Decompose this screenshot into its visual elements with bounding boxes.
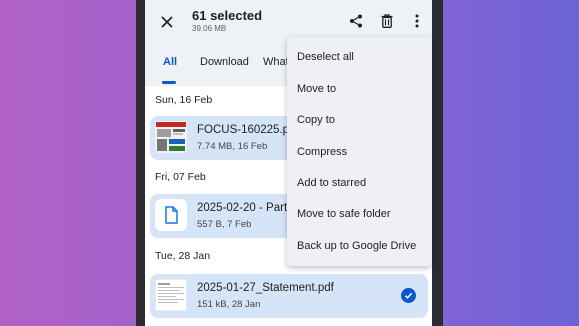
file-thumbnail — [155, 279, 187, 311]
selection-count: 61 selected — [192, 8, 263, 23]
close-icon — [161, 16, 173, 28]
more-vert-icon — [415, 14, 419, 28]
selection-size: 39.06 MB — [192, 24, 227, 33]
file-name: FOCUS-160225.pdf — [197, 124, 299, 136]
date-header: Tue, 28 Jan — [155, 250, 211, 262]
tab-all[interactable]: All — [163, 56, 177, 68]
tab-download[interactable]: Download — [200, 56, 249, 68]
file-meta: 7.74 MB, 16 Feb — [197, 141, 268, 152]
file-meta: 557 B, 7 Feb — [197, 219, 252, 230]
menu-item-move-to-safe-folder[interactable]: Move to safe folder — [297, 208, 391, 220]
selected-check[interactable] — [401, 288, 416, 303]
menu-item-add-to-starred[interactable]: Add to starred — [297, 177, 366, 189]
more-options-button[interactable] — [406, 10, 428, 32]
delete-button[interactable] — [376, 10, 398, 32]
active-tab-indicator — [162, 81, 176, 84]
menu-item-compress[interactable]: Compress — [297, 146, 347, 158]
document-icon — [165, 206, 178, 224]
file-name: 2025-01-27_Statement.pdf — [197, 282, 334, 294]
file-meta: 151 kB, 28 Jan — [197, 299, 261, 310]
close-selection-button[interactable] — [155, 10, 179, 34]
date-header: Fri, 07 Feb — [155, 171, 206, 183]
menu-item-back-up-to-google-drive[interactable]: Back up to Google Drive — [297, 240, 416, 252]
menu-item-deselect-all[interactable]: Deselect all — [297, 51, 354, 63]
file-row[interactable]: 2025-01-27_Statement.pdf 151 kB, 28 Jan — [150, 274, 428, 318]
statement-thumbnail-icon — [155, 279, 187, 311]
menu-item-move-to[interactable]: Move to — [297, 83, 336, 95]
check-icon — [404, 292, 413, 299]
overflow-menu: Deselect all Move to Copy to Compress Ad… — [287, 37, 432, 266]
date-header: Sun, 16 Feb — [155, 94, 213, 106]
file-thumbnail — [155, 121, 187, 153]
share-icon — [350, 14, 362, 28]
file-name: 2025-02-20 - Party — [197, 202, 293, 214]
file-thumbnail — [155, 199, 187, 231]
menu-item-copy-to[interactable]: Copy to — [297, 114, 335, 126]
magazine-thumbnail-icon — [155, 121, 187, 153]
share-button[interactable] — [345, 10, 367, 32]
trash-icon — [381, 14, 393, 28]
